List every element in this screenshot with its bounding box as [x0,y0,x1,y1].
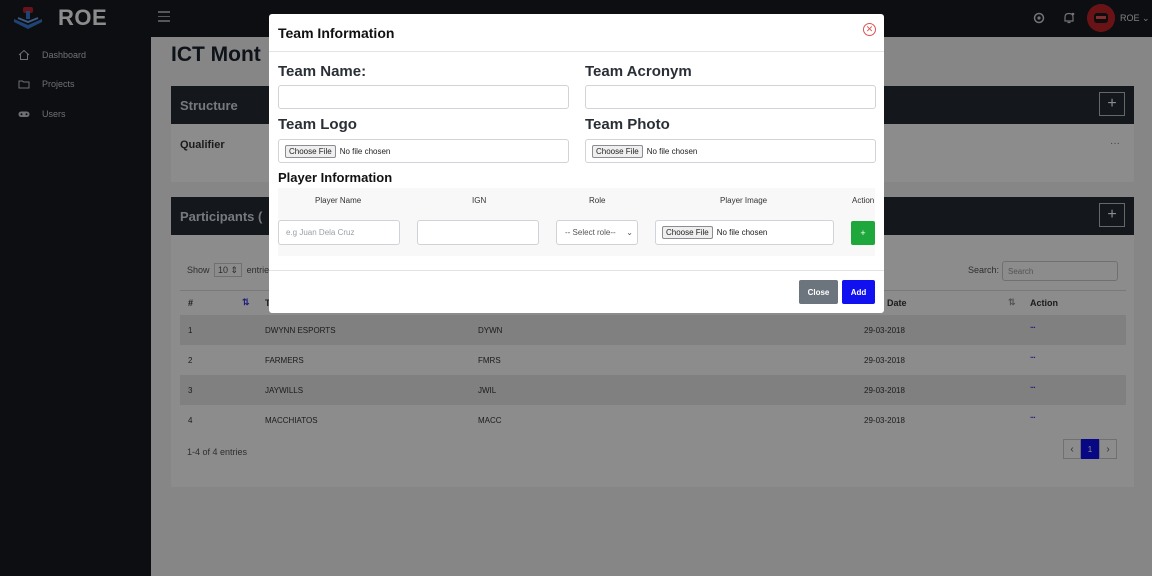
no-file-text: No file chosen [716,228,768,237]
player-image-file-input[interactable]: Choose File No file chosen [655,220,834,245]
role-select[interactable]: -- Select role-- ⌄ [556,220,638,245]
col-player-image: Player Image [720,196,768,205]
team-logo-file-input[interactable]: Choose File No file chosen [278,139,569,163]
choose-file-button[interactable]: Choose File [592,144,643,158]
team-logo-label: Team Logo [278,116,357,133]
no-file-text: No file chosen [646,146,698,156]
role-select-value: -- Select role-- [565,228,616,237]
add-button[interactable]: Add [842,280,875,304]
col-role: Role [589,196,606,205]
col-player-name: Player Name [315,196,362,205]
chevron-down-icon: ⌄ [626,228,633,237]
choose-file-button[interactable]: Choose File [662,226,713,239]
team-acronym-input[interactable] [585,85,876,109]
modal-header-divider [269,51,884,52]
modal-footer-divider [269,270,884,271]
team-information-modal: Team Information ✕ Team Name: Team Acron… [269,14,884,313]
add-player-button[interactable]: + [851,221,875,245]
team-photo-file-input[interactable]: Choose File No file chosen [585,139,876,163]
player-info-title: Player Information [278,170,393,185]
team-acronym-label: Team Acronym [585,63,692,80]
team-name-input[interactable] [278,85,569,109]
no-file-text: No file chosen [339,146,391,156]
col-ign: IGN [472,196,487,205]
player-name-input[interactable]: e.g Juan Dela Cruz [278,220,400,245]
close-button[interactable]: Close [799,280,838,304]
team-name-label: Team Name: [278,63,367,80]
ign-input[interactable] [417,220,539,245]
choose-file-button[interactable]: Choose File [285,144,336,158]
col-action: Action [852,196,875,205]
modal-title: Team Information [278,25,395,41]
team-photo-label: Team Photo [585,116,670,133]
close-icon[interactable]: ✕ [863,23,876,36]
